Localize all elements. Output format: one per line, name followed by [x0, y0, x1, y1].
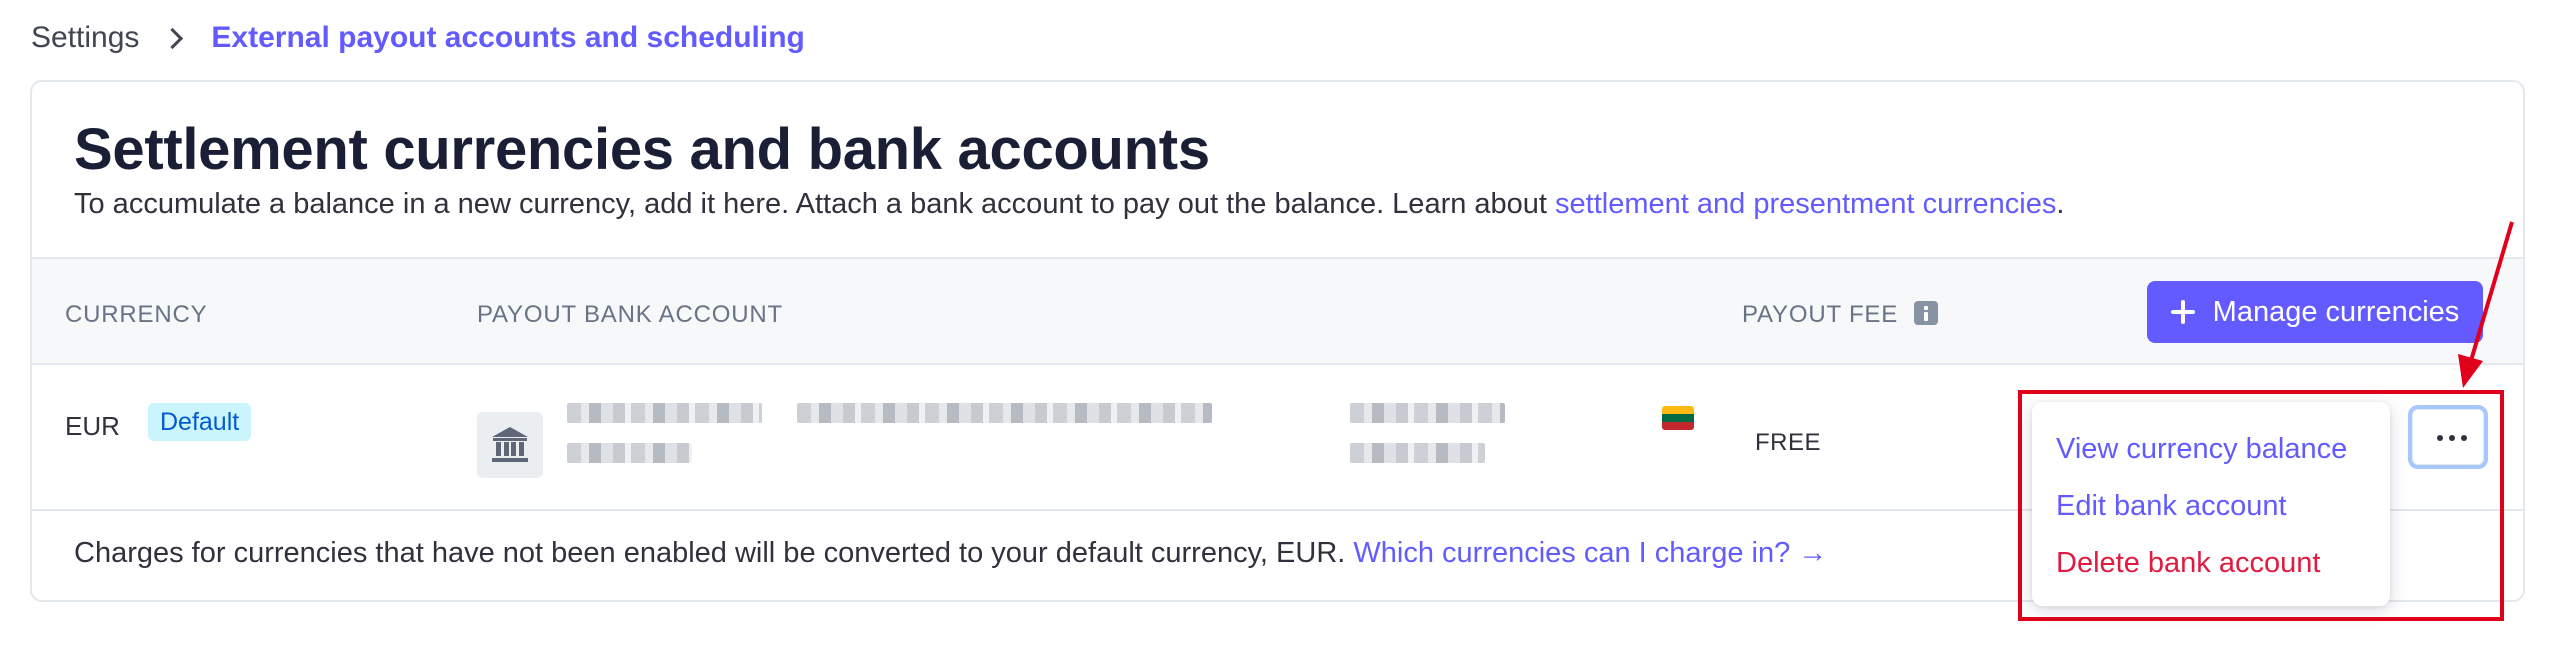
flag-stripe-middle: [1662, 414, 1694, 422]
footer-note: Charges for currencies that have not bee…: [74, 537, 1827, 570]
breadcrumb-current-page[interactable]: External payout accounts and scheduling: [211, 21, 804, 55]
lithuania-flag-icon: [1662, 406, 1694, 430]
redacted-bank-name: [567, 403, 762, 423]
redacted-routing-number: [1350, 443, 1485, 463]
view-currency-balance-menu-item[interactable]: View currency balance: [2056, 433, 2347, 466]
breadcrumb: Settings External payout accounts and sc…: [31, 20, 805, 56]
footer-default-currency: EUR: [1276, 537, 1338, 569]
redacted-bank-details: [797, 403, 1212, 423]
dot: [2461, 435, 2467, 441]
column-header-payout-fee: PAYOUT FEE: [1742, 301, 1939, 329]
card-description-suffix: .: [2056, 188, 2065, 220]
settlement-currencies-link[interactable]: settlement and presentment currencies: [1555, 188, 2056, 220]
row-actions-menu: View currency balance Edit bank account …: [2032, 402, 2390, 606]
manage-currencies-button[interactable]: Manage currencies: [2147, 281, 2483, 343]
chevron-right-icon: [157, 20, 193, 56]
flag-stripe-top: [1662, 406, 1694, 414]
dot: [2437, 435, 2443, 441]
more-actions-button[interactable]: [2408, 405, 2488, 469]
manage-currencies-label: Manage currencies: [2212, 295, 2460, 328]
redacted-account-number: [1350, 403, 1505, 423]
bank-icon: [477, 412, 543, 478]
card-description-text: To accumulate a balance in a new currenc…: [74, 188, 1556, 220]
which-currencies-link[interactable]: Which currencies can I charge in? →: [1353, 537, 1827, 569]
breadcrumb-settings-link[interactable]: Settings: [31, 21, 139, 55]
plus-icon: [2170, 300, 2195, 324]
dot: [2449, 435, 2455, 441]
payout-fee-value: FREE: [1755, 429, 1822, 456]
table-header: CURRENCY PAYOUT BANK ACCOUNT PAYOUT FEE …: [32, 257, 2523, 365]
column-header-payout-bank-account: PAYOUT BANK ACCOUNT: [477, 301, 783, 328]
redacted-bank-address: [567, 443, 692, 463]
column-header-payout-fee-label: PAYOUT FEE: [1742, 301, 1899, 328]
currency-code: EUR: [65, 411, 120, 441]
more-horizontal-icon: [2437, 435, 2467, 441]
page-title: Settlement currencies and bank accounts: [74, 117, 1210, 182]
default-badge: Default: [148, 403, 252, 441]
card-description: To accumulate a balance in a new currenc…: [74, 188, 2064, 221]
column-header-currency: CURRENCY: [65, 301, 208, 328]
footer-note-text: Charges for currencies that have not bee…: [74, 537, 1277, 569]
info-icon[interactable]: [1914, 301, 1939, 325]
delete-bank-account-menu-item[interactable]: Delete bank account: [2056, 547, 2320, 580]
flag-stripe-bottom: [1662, 422, 1694, 430]
edit-bank-account-menu-item[interactable]: Edit bank account: [2056, 490, 2287, 523]
footer-note-separator: .: [1337, 537, 1354, 569]
